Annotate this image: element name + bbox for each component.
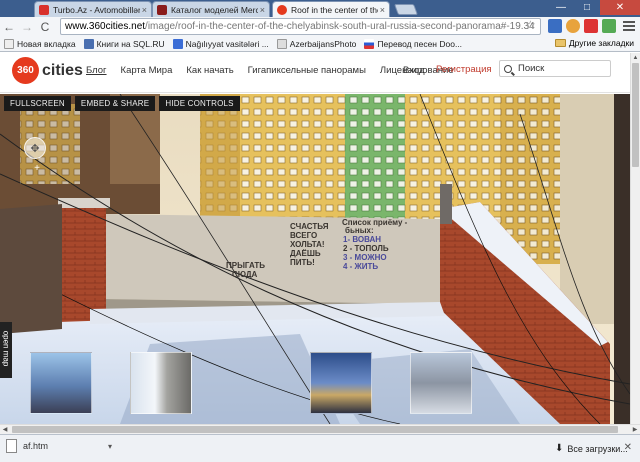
- favicon-icon: [39, 4, 49, 15]
- vertical-scroll-thumb[interactable]: [632, 63, 639, 167]
- close-window-button[interactable]: ✕: [600, 0, 640, 15]
- horizontal-scrollbar[interactable]: ◀ ▶: [0, 424, 640, 434]
- address-bar[interactable]: www.360cities.net /image/roof-in-the-cen…: [60, 18, 541, 35]
- download-shelf: af.htm ▾ ⬇ Все загрузки... ✕: [0, 434, 640, 462]
- nav-world-map[interactable]: Карта Мира: [121, 65, 173, 76]
- panorama-thumbnail[interactable]: [130, 352, 192, 414]
- register-link[interactable]: Регистрация: [436, 64, 492, 75]
- browser-toolbar: ← → C www.360cities.net /image/roof-in-t…: [0, 17, 640, 36]
- scroll-up-icon[interactable]: ▲: [631, 53, 640, 63]
- search-placeholder: Поиск: [518, 63, 545, 74]
- favicon-icon: [277, 4, 287, 15]
- tab-strip: Turbo.Az - Avtomobilləri İ × Каталог мод…: [0, 0, 640, 17]
- maximize-button[interactable]: □: [574, 0, 600, 15]
- favicon-icon: [157, 4, 167, 15]
- panorama-thumbnail[interactable]: [410, 352, 472, 414]
- viewer-controls: FULLSCREEN EMBED & SHARE HIDE CONTROLS: [4, 96, 240, 111]
- open-map-button[interactable]: open map: [0, 322, 12, 378]
- tab-mercedes-catalog[interactable]: Каталог моделей Mercede ×: [152, 1, 270, 17]
- bookmark-item[interactable]: Книги на SQL.RU: [83, 38, 165, 49]
- forward-button[interactable]: →: [18, 18, 36, 35]
- panorama-thumbnail[interactable]: [310, 352, 372, 414]
- page-icon: [4, 38, 14, 49]
- nav-blog[interactable]: Блог: [86, 65, 107, 76]
- tab-close-icon[interactable]: ×: [380, 5, 385, 15]
- login-link[interactable]: Вход: [403, 65, 425, 76]
- panorama-viewer[interactable]: СЧАСТЬЯ ВСЕГО ХОЛЬТА! ДАЁШЬ ПИТЬ! ПРЫГАТ…: [0, 94, 630, 424]
- bookmark-star-icon[interactable]: ☆: [525, 18, 536, 32]
- other-bookmarks[interactable]: Другие закладки: [554, 38, 634, 48]
- download-item[interactable]: af.htm ▾: [6, 439, 112, 453]
- tab-close-icon[interactable]: ×: [142, 5, 147, 15]
- bookmark-label: Книги на SQL.RU: [96, 38, 165, 49]
- minimize-button[interactable]: —: [548, 0, 574, 15]
- site-logo[interactable]: 360 cities: [12, 57, 83, 84]
- reload-button[interactable]: C: [36, 18, 54, 35]
- embed-share-button[interactable]: EMBED & SHARE: [74, 96, 156, 111]
- bookmark-label: Nağılıyyat vasitələri ...: [185, 38, 269, 49]
- search-icon: [504, 64, 512, 73]
- bookmark-label: Перевод песен Doo...: [377, 38, 463, 49]
- nav-get-started[interactable]: Как начать: [186, 65, 233, 76]
- flag-icon: [364, 38, 375, 49]
- site-search-input[interactable]: Поиск: [499, 60, 611, 77]
- pan-control-icon[interactable]: ✥: [24, 137, 46, 159]
- site-icon: [172, 38, 183, 49]
- nav-gigapixel[interactable]: Гигапиксельные панорамы: [248, 65, 366, 76]
- tab-close-icon[interactable]: ×: [260, 5, 265, 15]
- tab-label: Turbo.Az - Avtomobilləri İ: [53, 4, 140, 15]
- url-host: www.360cities.net: [65, 21, 146, 32]
- bookmark-item[interactable]: Новая вкладка: [4, 38, 76, 49]
- hide-controls-button[interactable]: HIDE CONTROLS: [159, 96, 240, 111]
- site-icon: [83, 38, 94, 49]
- tab-label: Каталог моделей Mercede: [171, 4, 258, 15]
- other-bookmarks-label: Другие закладки: [568, 38, 634, 48]
- browser-menu-icon[interactable]: [622, 19, 636, 33]
- logo-word: cities: [42, 61, 83, 79]
- site-header: 360 cities Блог Карта Мира Как начать Ги…: [0, 53, 630, 93]
- close-shelf-icon[interactable]: ✕: [624, 442, 632, 453]
- folder-icon: [554, 39, 566, 47]
- tab-label: Roof in the center of the Ch: [291, 4, 378, 15]
- horizontal-scroll-thumb[interactable]: [12, 426, 618, 433]
- extension-icon[interactable]: [602, 19, 616, 33]
- fullscreen-button[interactable]: FULLSCREEN: [4, 96, 71, 111]
- vertical-scrollbar[interactable]: ▲: [630, 53, 640, 424]
- new-tab-button[interactable]: [393, 4, 419, 15]
- download-filename: af.htm: [23, 441, 49, 451]
- extension-icon[interactable]: [548, 19, 562, 33]
- bookmark-item[interactable]: Nağılıyyat vasitələri ...: [172, 38, 269, 49]
- open-map-label: open map: [1, 330, 11, 367]
- back-button[interactable]: ←: [0, 18, 18, 35]
- tab-360cities[interactable]: Roof in the center of the Ch ×: [272, 1, 390, 17]
- url-path: /image/roof-in-the-center-of-the-chelyab…: [145, 21, 535, 32]
- bookmark-item[interactable]: Перевод песен Doo...: [364, 38, 463, 49]
- file-icon: [6, 439, 17, 453]
- related-panoramas-strip: [30, 352, 474, 416]
- bookmark-label: AzerbaijansPhoto: [289, 38, 357, 49]
- tab-turbo-az[interactable]: Turbo.Az - Avtomobilləri İ ×: [34, 1, 152, 17]
- bookmarks-bar: Новая вкладка Книги на SQL.RU Nağılıyyat…: [0, 36, 640, 52]
- download-menu-icon[interactable]: ▾: [108, 442, 112, 451]
- all-downloads-label: Все загрузки...: [567, 443, 628, 454]
- zoom-in-button[interactable]: +: [32, 164, 42, 174]
- logo-circle: 360: [12, 57, 39, 84]
- window-controls: — □ ✕: [548, 0, 640, 16]
- panorama-thumbnail[interactable]: [30, 352, 92, 414]
- extension-icon[interactable]: [566, 19, 580, 33]
- page-icon: [276, 38, 287, 49]
- extension-icon[interactable]: [584, 19, 598, 33]
- all-downloads-link[interactable]: ⬇ Все загрузки...: [555, 443, 628, 454]
- download-icon: ⬇: [555, 443, 564, 454]
- bookmark-item[interactable]: AzerbaijansPhoto: [276, 38, 357, 49]
- bookmark-label: Новая вкладка: [17, 38, 76, 49]
